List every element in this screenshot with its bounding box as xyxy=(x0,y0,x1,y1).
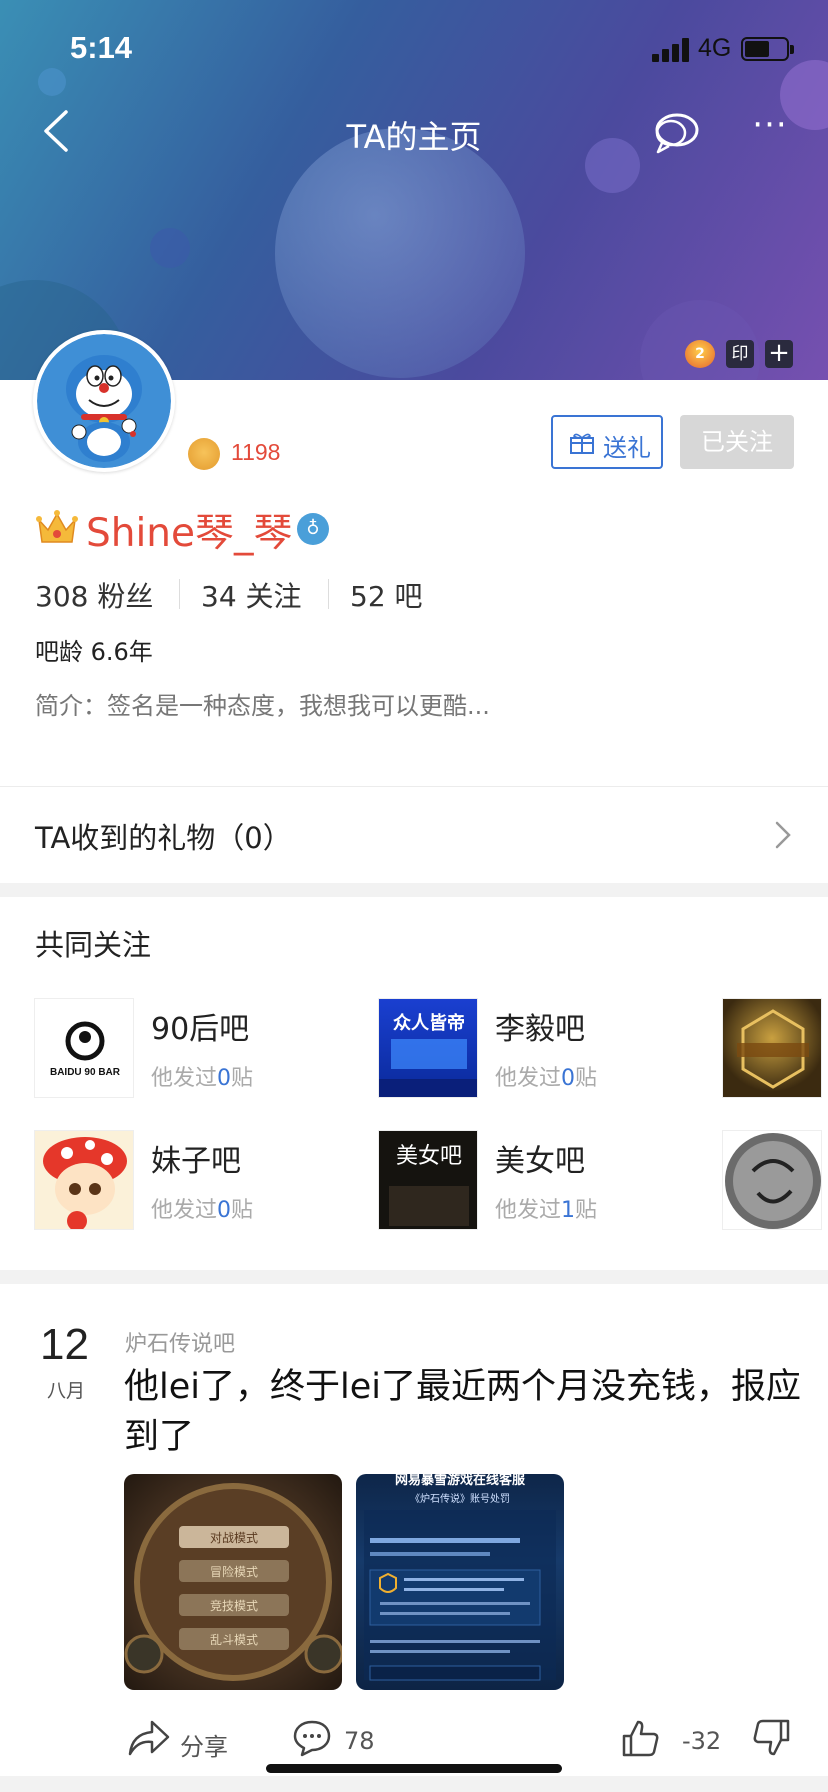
post-day: 12 xyxy=(40,1320,89,1369)
seal-badge[interactable]: 印 xyxy=(726,340,754,368)
following-count[interactable]: 34 关注 xyxy=(201,575,302,615)
level-icon xyxy=(188,438,220,470)
bar-name: 妹子吧 xyxy=(151,1144,241,1179)
common-bar-item[interactable]: 妹子吧 他发过0贴 xyxy=(34,1130,374,1230)
send-gift-button[interactable]: 送礼 xyxy=(551,415,663,469)
crown-icon xyxy=(36,510,78,543)
bar-post-count: 他发过0贴 xyxy=(151,1198,254,1223)
more-icon[interactable]: ··· xyxy=(748,108,792,154)
fire-badge-icon[interactable]: 2 xyxy=(685,340,715,368)
post-image[interactable]: 对战模式 冒险模式 竞技模式 乱斗模式 xyxy=(124,1474,342,1690)
vote-count: -32 xyxy=(682,1727,722,1755)
svg-text:《炉石传说》账号处罚: 《炉石传说》账号处罚 xyxy=(410,1492,510,1505)
send-gift-label: 送礼 xyxy=(603,434,651,462)
bar-logo-text: 美女吧 xyxy=(396,1144,462,1169)
signal-icon xyxy=(652,38,692,62)
bar-post-count: 他发过0贴 xyxy=(151,1066,254,1091)
bar-name: 美女吧 xyxy=(495,1144,585,1179)
level-value: 1198 xyxy=(231,439,281,465)
bar-logo: 美女吧 xyxy=(378,1130,478,1230)
stats-divider xyxy=(328,579,329,609)
post-forum[interactable]: 炉石传说吧 xyxy=(125,1326,235,1358)
bar-logo xyxy=(34,1130,134,1230)
svg-text:网易暴雪游戏在线客服: 网易暴雪游戏在线客服 xyxy=(395,1474,526,1488)
chevron-right-icon xyxy=(775,821,791,849)
avatar[interactable] xyxy=(33,330,175,472)
verified-icon[interactable]: ♁ xyxy=(297,513,329,545)
share-icon xyxy=(128,1720,170,1756)
svg-text:乱斗模式: 乱斗模式 xyxy=(210,1633,258,1647)
common-follow-title: 共同关注 xyxy=(35,928,152,962)
bar-logo xyxy=(722,1130,822,1230)
comment-icon xyxy=(293,1720,331,1757)
profile-bio: 简介：签名是一种态度，我想我可以更酷... xyxy=(35,692,490,720)
chat-icon[interactable] xyxy=(652,110,702,156)
share-label: 分享 xyxy=(180,1733,228,1761)
svg-text:对战模式: 对战模式 xyxy=(210,1531,258,1545)
network-type: 4G xyxy=(698,34,732,62)
received-gifts-row[interactable]: TA收到的礼物（0） xyxy=(0,787,828,883)
page-title: TA的主页 xyxy=(346,118,482,156)
bottom-divider xyxy=(0,1776,828,1792)
section-divider xyxy=(0,1270,828,1284)
post-title[interactable]: 他lei了，终于lei了最近两个月没充钱，报应到了 xyxy=(124,1362,804,1462)
doraemon-avatar-icon xyxy=(37,334,171,468)
followed-button[interactable]: 已关注 xyxy=(680,415,794,469)
common-bar-item[interactable]: 众人皆帝 李毅吧 他发过0贴 xyxy=(378,998,718,1098)
comment-count: 78 xyxy=(344,1727,375,1755)
dislike-button[interactable] xyxy=(752,1712,796,1772)
svg-text:竞技模式: 竞技模式 xyxy=(210,1599,258,1613)
common-bar-item[interactable]: 美女吧 美女吧 他发过1贴 xyxy=(378,1130,718,1230)
section-divider xyxy=(0,883,828,897)
bar-logo: BAIDU 90 BAR xyxy=(34,998,134,1098)
bar-logo-text: BAIDU 90 BAR xyxy=(50,1067,121,1078)
common-bar-item[interactable] xyxy=(722,998,828,1098)
svg-text:冒险模式: 冒险模式 xyxy=(210,1564,258,1579)
comment-button[interactable]: 78 xyxy=(292,1712,392,1772)
gift-icon xyxy=(570,433,594,454)
bar-logo-text: 众人皆帝 xyxy=(393,1012,465,1034)
battery-icon xyxy=(741,37,794,61)
bar-name: 90后吧 xyxy=(151,1012,250,1047)
stats-divider xyxy=(179,579,180,609)
like-button[interactable] xyxy=(620,1712,664,1772)
thumbs-up-icon xyxy=(622,1720,659,1757)
home-indicator[interactable] xyxy=(266,1764,562,1773)
bar-post-count: 他发过0贴 xyxy=(495,1066,598,1091)
fans-count[interactable]: 308 粉丝 xyxy=(35,575,153,615)
status-bar: 5:14 4G xyxy=(0,0,828,100)
status-time: 5:14 xyxy=(70,30,133,65)
common-bar-item[interactable]: BAIDU 90 BAR 90后吧 他发过0贴 xyxy=(34,998,374,1098)
post-actions: 分享 78 -32 xyxy=(0,1712,828,1772)
post-month: 八月 xyxy=(47,1380,86,1402)
bars-count[interactable]: 52 吧 xyxy=(350,575,423,615)
bar-logo xyxy=(722,998,822,1098)
bar-name: 李毅吧 xyxy=(495,1012,585,1047)
bar-logo: 众人皆帝 xyxy=(378,998,478,1098)
received-gifts-label: TA收到的礼物（0） xyxy=(35,821,292,855)
account-age: 吧龄 6.6年 xyxy=(35,638,153,666)
bar-post-count: 他发过1贴 xyxy=(495,1198,598,1223)
common-bar-item[interactable] xyxy=(722,1130,828,1230)
username: Shine琴_琴 xyxy=(86,511,293,556)
share-button[interactable]: 分享 xyxy=(126,1712,236,1772)
profile-banner: 5:14 4G TA的主页 ··· 2 印 + xyxy=(0,0,828,380)
thumbs-down-icon xyxy=(753,1719,790,1756)
add-badge-button[interactable]: + xyxy=(765,340,793,368)
post-image[interactable]: 网易暴雪游戏在线客服 《炉石传说》账号处罚 xyxy=(356,1474,564,1690)
